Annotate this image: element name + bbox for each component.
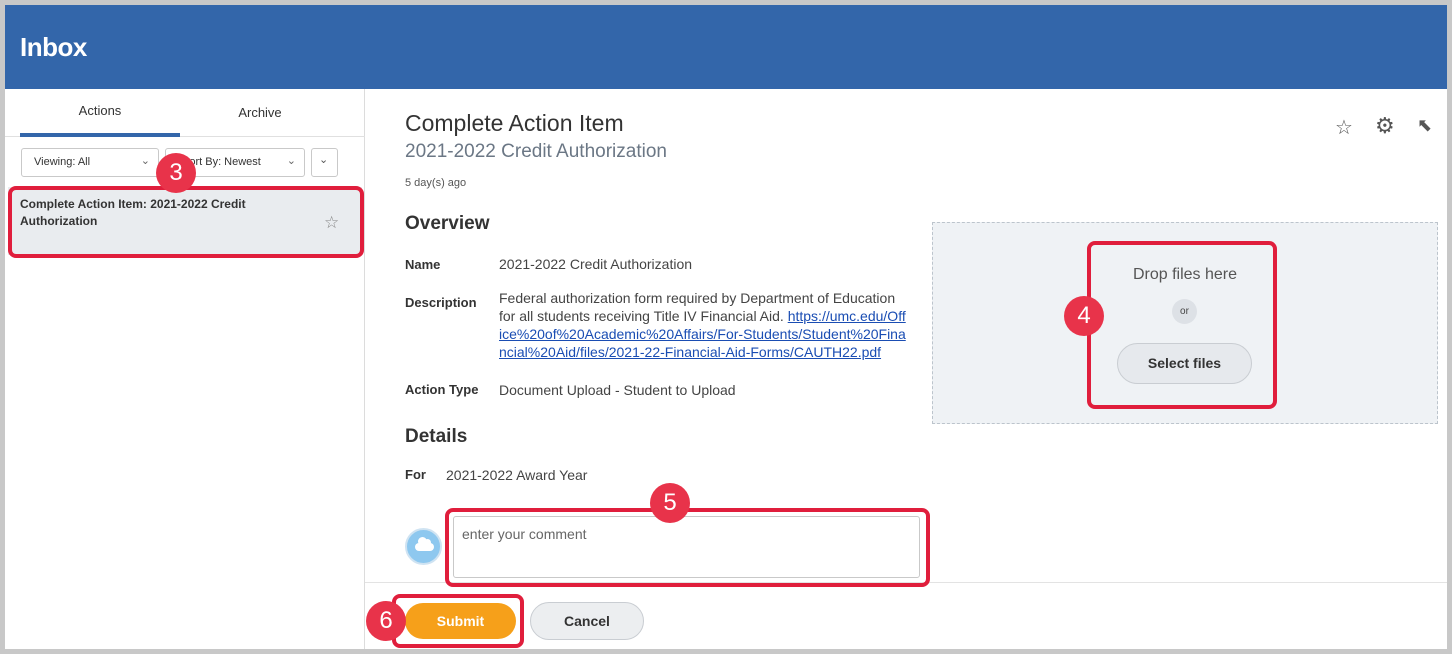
chevron-down-icon: ⌄ (286, 155, 296, 167)
chevron-down-icon: ⌄ (140, 155, 150, 167)
more-filters-button[interactable]: ⌄ (311, 148, 338, 177)
drop-files-text: Drop files here (1132, 266, 1238, 283)
app-header: Inbox (5, 5, 1447, 89)
list-item-title: Complete Action Item: 2021-2022 Credit A… (20, 197, 246, 228)
main-panel: Complete Action Item 2021-2022 Credit Au… (365, 89, 1447, 649)
action-subtitle: 2021-2022 Credit Authorization (405, 141, 667, 162)
cancel-button[interactable]: Cancel (530, 602, 644, 640)
action-type-label: Action Type (405, 382, 479, 397)
cloud-icon (415, 537, 434, 551)
select-files-button[interactable]: Select files (1117, 343, 1252, 384)
name-label: Name (405, 257, 441, 272)
for-value: 2021-2022 Award Year (446, 467, 588, 483)
callout-number-4: 4 (1064, 296, 1104, 336)
callout-number-3: 3 (156, 153, 196, 193)
tab-archive[interactable]: Archive (180, 105, 340, 120)
details-heading: Details (405, 426, 468, 447)
name-value: 2021-2022 Credit Authorization (499, 256, 693, 272)
viewing-filter-select[interactable]: Viewing: All ⌄ (21, 148, 159, 177)
timestamp: 5 day(s) ago (405, 177, 467, 189)
page-title: Inbox (20, 32, 87, 62)
list-item[interactable]: Complete Action Item: 2021-2022 Credit A… (8, 187, 362, 255)
for-label: For (405, 467, 426, 482)
sidebar-tabs: Actions Archive (5, 89, 365, 137)
viewing-filter-label: Viewing: All (34, 156, 91, 168)
overview-heading: Overview (405, 213, 490, 234)
gear-icon[interactable]: ⚙ (1375, 113, 1395, 139)
or-divider: or (1172, 299, 1197, 324)
callout-number-5: 5 (650, 483, 690, 523)
description-value: Federal authorization form required by D… (499, 289, 907, 361)
expand-icon[interactable]: ⬉ (1417, 115, 1432, 136)
callout-number-6: 6 (366, 601, 406, 641)
comment-input[interactable]: enter your comment (453, 516, 920, 578)
star-outline-icon[interactable]: ☆ (324, 213, 339, 233)
action-type-value: Document Upload - Student to Upload (499, 382, 736, 398)
cloud-avatar-icon (405, 528, 442, 565)
submit-button[interactable]: Submit (405, 603, 516, 639)
star-outline-icon[interactable]: ☆ (1335, 115, 1353, 140)
description-label: Description (405, 295, 477, 310)
action-title: Complete Action Item (405, 110, 624, 136)
active-tab-indicator (20, 133, 180, 137)
tab-actions[interactable]: Actions (20, 103, 180, 118)
file-dropzone[interactable]: Drop files here or Select files (932, 222, 1438, 424)
action-footer: Submit Cancel (365, 582, 1447, 649)
chevron-down-icon: ⌄ (319, 154, 329, 166)
